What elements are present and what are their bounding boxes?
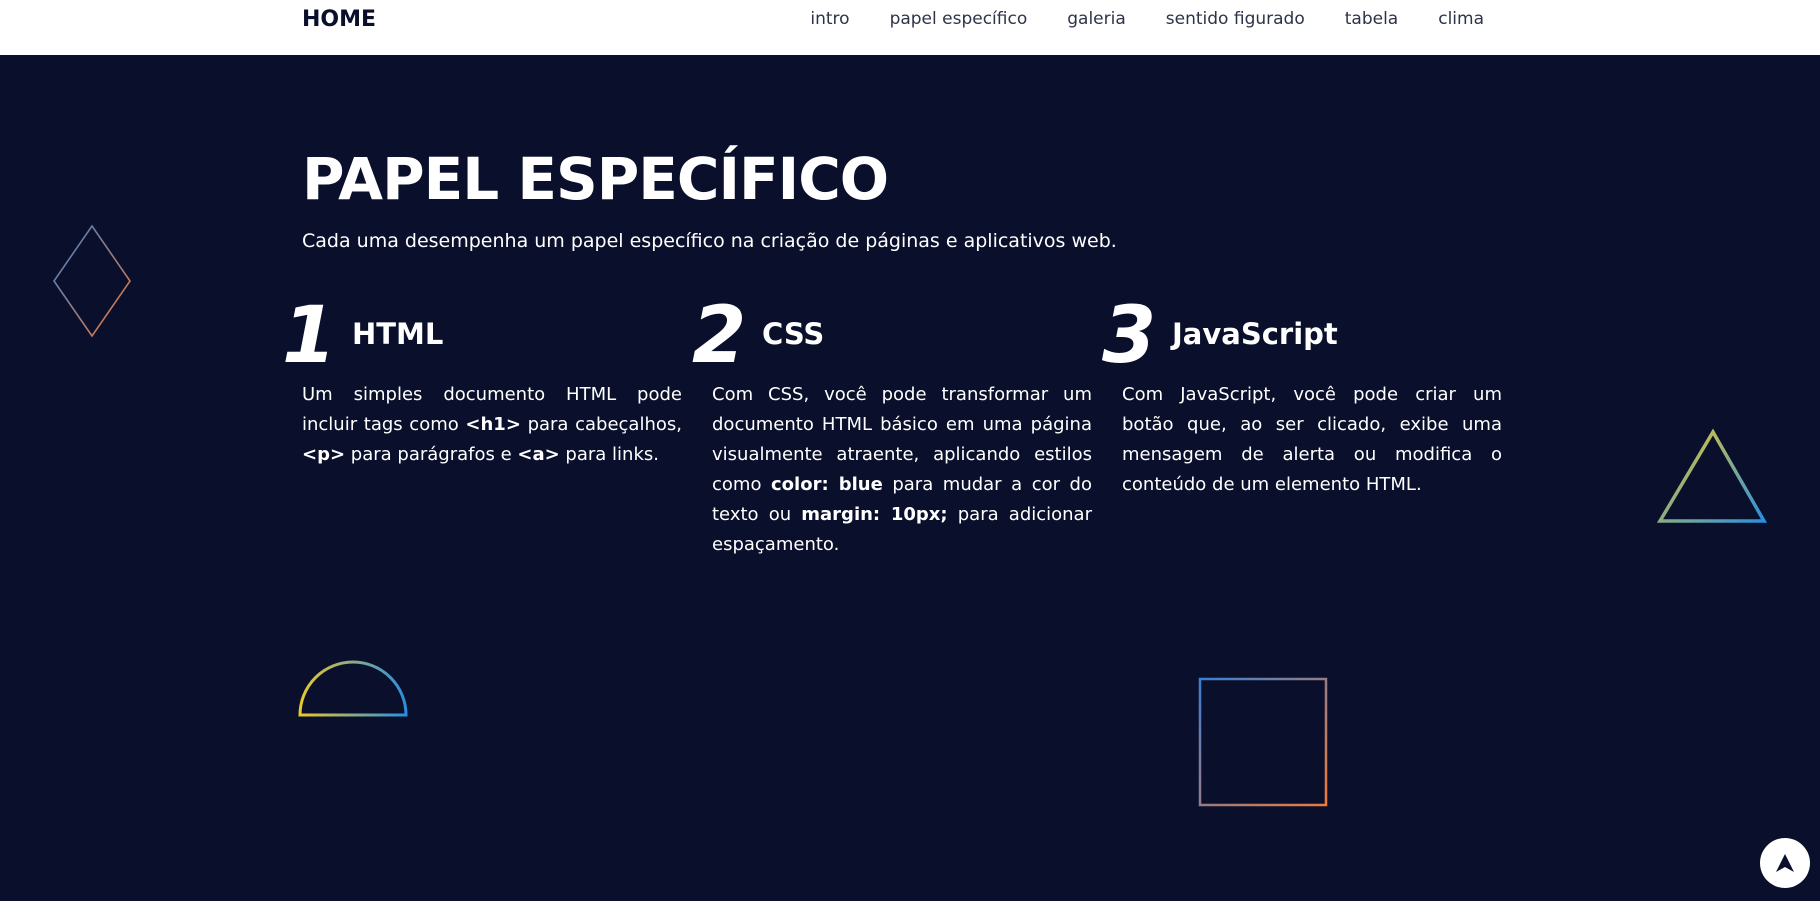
nav-link-sentido-figurado[interactable]: sentido figurado (1166, 8, 1305, 30)
column-number: 2 (692, 291, 747, 381)
home-link[interactable]: HOME (302, 6, 376, 34)
code-margin: margin: 10px; (801, 504, 948, 525)
page-subtitle: Cada uma desempenha um papel específico … (302, 230, 1117, 252)
code-p: <p> (302, 444, 346, 465)
back-to-top-button[interactable] (1760, 838, 1810, 888)
column-description: Um simples documento HTML pode incluir t… (302, 380, 682, 470)
code-color-blue: color: blue (771, 474, 883, 495)
page-title: PAPEL ESPECÍFICO (302, 145, 889, 213)
column-description: Com CSS, você pode transformar um docume… (712, 380, 1092, 560)
navbar: HOME intro papel específico galeria sent… (0, 0, 1820, 55)
nav-link-intro[interactable]: intro (810, 8, 849, 30)
column-title: HTML (352, 317, 444, 351)
square-shape (1198, 677, 1328, 807)
text-segment: para links. (559, 444, 659, 465)
column-number: 1 (282, 291, 337, 381)
nav-link-papel-especifico[interactable]: papel específico (890, 8, 1028, 30)
text-segment: para parágrafos e (345, 444, 518, 465)
nav-link-galeria[interactable]: galeria (1067, 8, 1126, 30)
nav-link-clima[interactable]: clima (1438, 8, 1484, 30)
triangle-shape (1656, 428, 1768, 523)
text-segment: para cabeçalhos, (520, 414, 682, 435)
column-title: JavaScript (1172, 317, 1338, 351)
code-h1: <h1> (465, 414, 521, 435)
nav-link-tabela[interactable]: tabela (1345, 8, 1398, 30)
arrow-up-icon (1776, 854, 1794, 872)
code-a: <a> (517, 444, 560, 465)
nav-links: intro papel específico galeria sentido f… (810, 8, 1484, 30)
column-description: Com JavaScript, você pode criar um botão… (1122, 380, 1502, 500)
column-title: CSS (762, 317, 825, 351)
column-number: 3 (1102, 291, 1157, 381)
diamond-shape (53, 224, 131, 338)
semicircle-shape (298, 660, 408, 717)
text-segment: Com JavaScript, você pode criar um botão… (1122, 384, 1502, 495)
